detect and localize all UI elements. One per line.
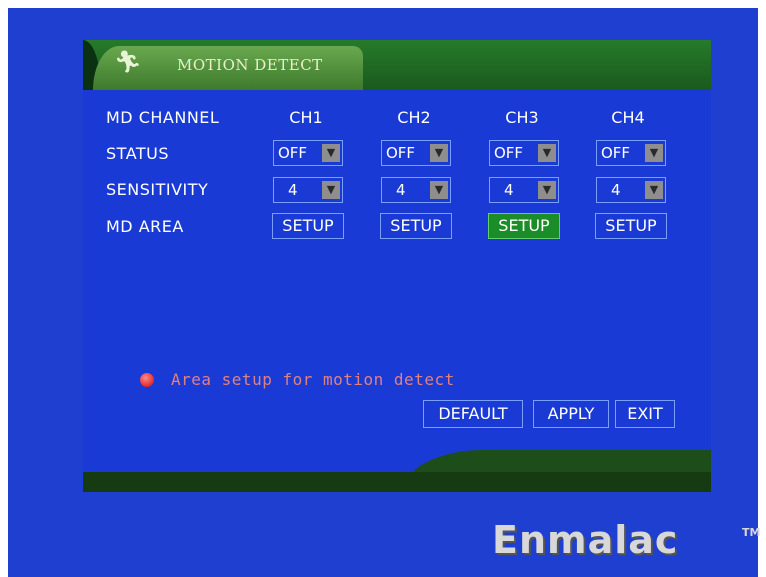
red-dot-icon (140, 373, 154, 387)
ch3-header: CH3 (505, 108, 539, 127)
ch2-header: CH2 (397, 108, 431, 127)
exit-button[interactable]: EXIT (615, 400, 675, 428)
chevron-down-icon: ▼ (645, 144, 663, 162)
ch1-status-select[interactable]: OFF ▼ (273, 140, 343, 166)
ch1-sensitivity-select[interactable]: 4 ▼ (273, 177, 343, 203)
brand-trademark: TM (742, 526, 761, 539)
status-label: STATUS (106, 144, 170, 163)
ch4-header: CH4 (611, 108, 645, 127)
ch2-area-setup-button[interactable]: SETUP (380, 213, 452, 239)
chevron-down-icon: ▼ (538, 144, 556, 162)
md-channel-label: MD CHANNEL (106, 108, 220, 127)
ch3-status-select[interactable]: OFF ▼ (489, 140, 559, 166)
ch3-status-value: OFF (494, 144, 524, 162)
ch4-sensitivity-value: 4 (611, 181, 621, 199)
sensitivity-label: SENSITIVITY (106, 180, 209, 199)
ch1-status-value: OFF (278, 144, 308, 162)
ch2-sensitivity-value: 4 (396, 181, 406, 199)
chevron-down-icon: ▼ (430, 144, 448, 162)
ch2-status-select[interactable]: OFF ▼ (381, 140, 451, 166)
ch1-header: CH1 (289, 108, 323, 127)
running-figure-icon: 🏃︎ (114, 50, 142, 75)
md-area-label: MD AREA (106, 217, 184, 236)
footer-bar (83, 472, 711, 492)
ch2-sensitivity-select[interactable]: 4 ▼ (381, 177, 451, 203)
ch3-area-setup-button[interactable]: SETUP (488, 213, 560, 239)
ch4-status-select[interactable]: OFF ▼ (596, 140, 666, 166)
brand-watermark: Enmalac (492, 518, 679, 562)
ch4-status-value: OFF (601, 144, 631, 162)
ch2-status-value: OFF (386, 144, 416, 162)
ch3-sensitivity-value: 4 (504, 181, 514, 199)
ch4-area-setup-button[interactable]: SETUP (595, 213, 667, 239)
chevron-down-icon: ▼ (430, 181, 448, 199)
apply-button[interactable]: APPLY (533, 400, 609, 428)
ch1-area-setup-button[interactable]: SETUP (272, 213, 344, 239)
ch4-sensitivity-select[interactable]: 4 ▼ (596, 177, 666, 203)
ch1-sensitivity-value: 4 (288, 181, 298, 199)
chevron-down-icon: ▼ (538, 181, 556, 199)
motion-detect-panel: 🏃︎ MOTION DETECT MD CHANNEL STATUS SENSI… (83, 40, 711, 492)
chevron-down-icon: ▼ (322, 181, 340, 199)
default-button[interactable]: DEFAULT (423, 400, 523, 428)
ch3-sensitivity-select[interactable]: 4 ▼ (489, 177, 559, 203)
hint-text: Area setup for motion detect (171, 370, 455, 389)
chevron-down-icon: ▼ (645, 181, 663, 199)
window-title: MOTION DETECT (177, 56, 323, 74)
chevron-down-icon: ▼ (322, 144, 340, 162)
